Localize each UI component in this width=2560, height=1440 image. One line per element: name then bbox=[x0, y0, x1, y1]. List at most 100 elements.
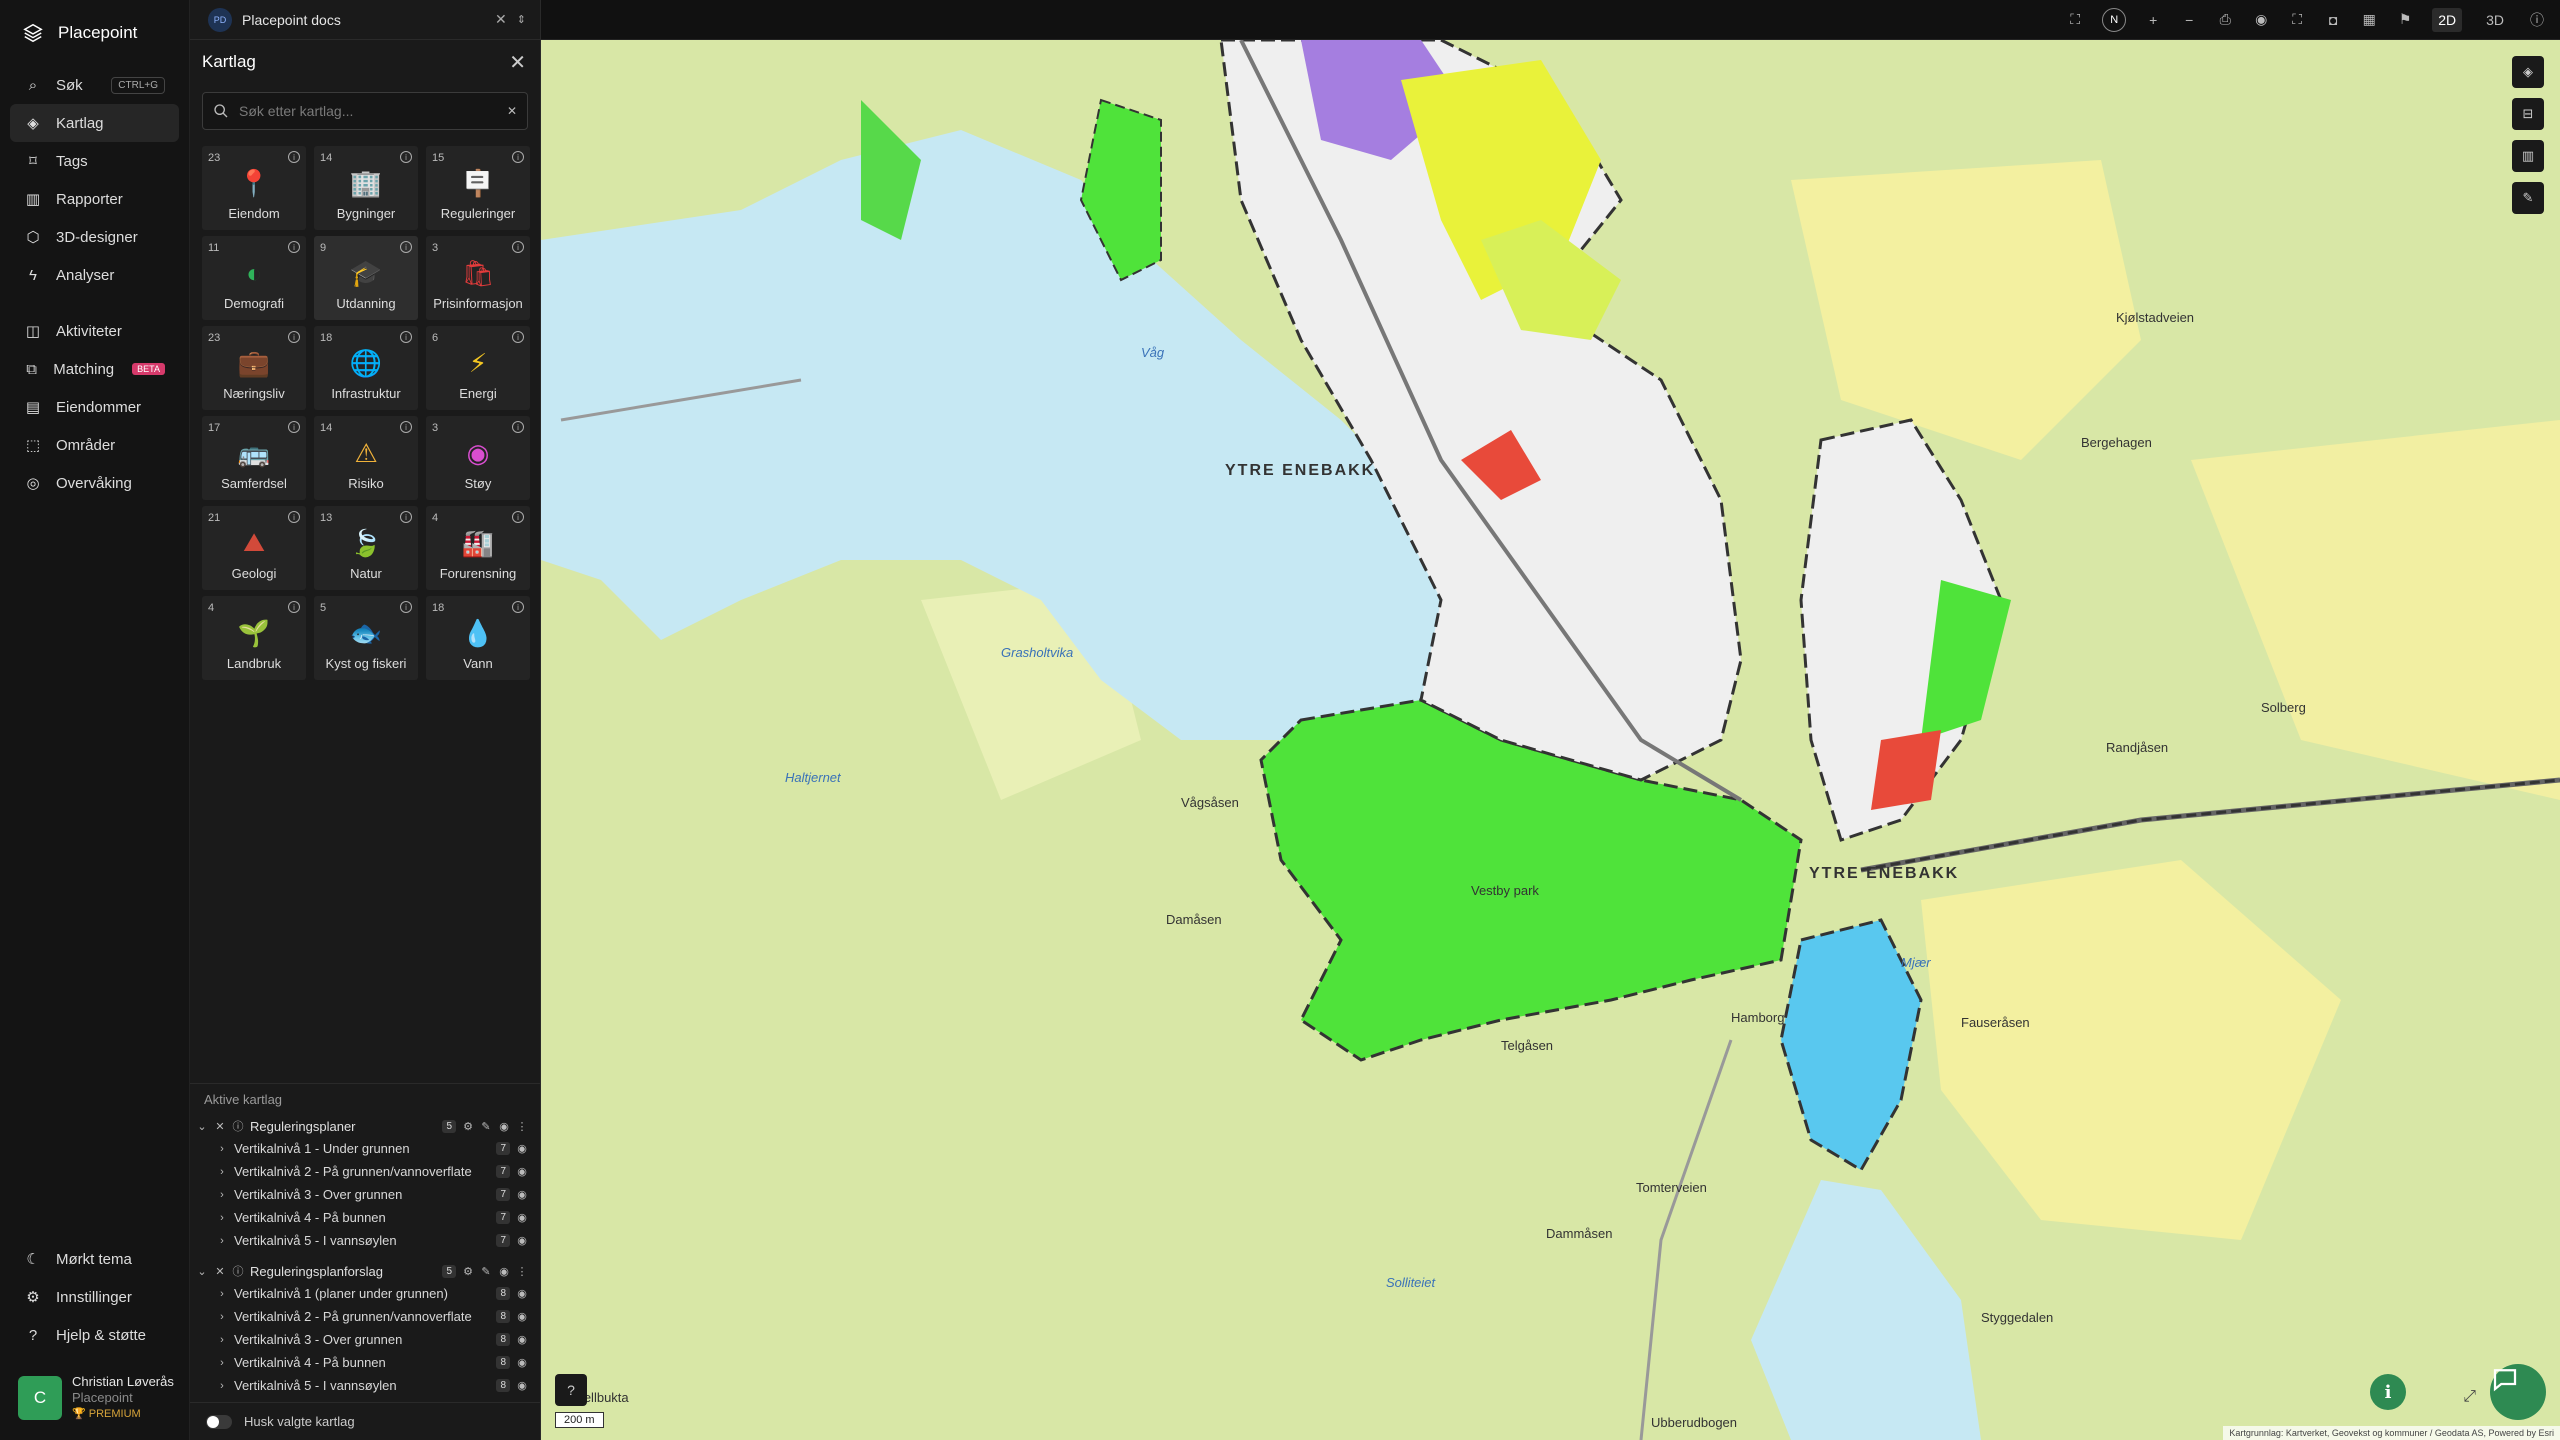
chevron-down-icon[interactable]: ⌄ bbox=[196, 1120, 208, 1133]
tile-info-icon[interactable]: i bbox=[288, 241, 300, 253]
category-tile-infrastruktur[interactable]: 18 i 🌐 Infrastruktur bbox=[314, 326, 418, 410]
layer-row[interactable]: › Vertikalnivå 3 - Over grunnen 7 ◉ bbox=[190, 1183, 540, 1206]
close-project-icon[interactable]: ✕ bbox=[495, 11, 507, 28]
layer-row[interactable]: › Vertikalnivå 3 - Over grunnen 8 ◉ bbox=[190, 1328, 540, 1351]
view-3d-button[interactable]: 3D bbox=[2480, 8, 2510, 32]
chat-button[interactable] bbox=[2490, 1364, 2546, 1420]
edit-icon[interactable]: ✎ bbox=[480, 1120, 492, 1133]
nav-item-overvåking[interactable]: ◎ Overvåking bbox=[10, 464, 179, 502]
category-tile-kyst-og-fiskeri[interactable]: 5 i 🐟 Kyst og fiskeri bbox=[314, 596, 418, 680]
layer-group[interactable]: ⌄ ✕ ⓘ Reguleringsplanforslag 5 ⚙ ✎ ◉ ⋮ bbox=[190, 1260, 540, 1282]
grid-icon[interactable]: ▦ bbox=[2360, 11, 2378, 29]
remember-layers[interactable]: Husk valgte kartlag bbox=[190, 1402, 540, 1440]
tile-info-icon[interactable]: i bbox=[400, 151, 412, 163]
tile-info-icon[interactable]: i bbox=[512, 421, 524, 433]
eye-icon[interactable]: ◉ bbox=[498, 1265, 510, 1278]
category-tile-geologi[interactable]: 21 i ⛰ Geologi bbox=[202, 506, 306, 590]
nav-item-mørkt-tema[interactable]: ☾ Mørkt tema bbox=[10, 1240, 179, 1278]
category-tile-landbruk[interactable]: 4 i 🌱 Landbruk bbox=[202, 596, 306, 680]
layer-row[interactable]: › Vertikalnivå 4 - På bunnen 8 ◉ bbox=[190, 1351, 540, 1374]
eye-icon[interactable]: ◉ bbox=[516, 1212, 528, 1224]
camera-icon[interactable]: ◘ bbox=[2324, 11, 2342, 29]
brand[interactable]: Placepoint bbox=[0, 0, 189, 66]
expand-icon[interactable]: ⤢ bbox=[2463, 1388, 2476, 1406]
map-canvas[interactable]: YTRE ENEBAKK YTRE ENEBAKK Våg Mjær Kjølstadv… bbox=[541, 40, 2560, 1440]
tile-info-icon[interactable]: i bbox=[512, 151, 524, 163]
tile-info-icon[interactable]: i bbox=[400, 331, 412, 343]
tile-info-icon[interactable]: i bbox=[288, 151, 300, 163]
category-tile-natur[interactable]: 13 i 🍃 Natur bbox=[314, 506, 418, 590]
remember-toggle[interactable] bbox=[206, 1414, 232, 1429]
chevron-right-icon[interactable]: › bbox=[216, 1357, 228, 1369]
category-tile-støy[interactable]: 3 i ◉ Støy bbox=[426, 416, 530, 500]
basemap-icon[interactable]: ⛶ bbox=[2066, 11, 2084, 29]
info-icon[interactable]: ⓘ bbox=[232, 1120, 244, 1133]
tile-info-icon[interactable]: i bbox=[288, 421, 300, 433]
eye-icon[interactable]: ◉ bbox=[498, 1120, 510, 1133]
layer-row[interactable]: › Vertikalnivå 1 (planer under grunnen) 8 ◉ bbox=[190, 1282, 540, 1305]
measure-tool-icon[interactable]: ⊟ bbox=[2512, 98, 2544, 130]
chevron-right-icon[interactable]: › bbox=[216, 1311, 228, 1323]
chevron-right-icon[interactable]: › bbox=[216, 1288, 228, 1300]
chevron-right-icon[interactable]: › bbox=[216, 1189, 228, 1201]
chevron-right-icon[interactable]: › bbox=[216, 1235, 228, 1247]
more-icon[interactable]: ⋮ bbox=[516, 1120, 528, 1133]
tile-info-icon[interactable]: i bbox=[512, 601, 524, 613]
chevron-updown-icon[interactable]: ⇕ bbox=[517, 13, 526, 26]
nav-item-rapporter[interactable]: ▥ Rapporter bbox=[10, 180, 179, 218]
layer-search-input[interactable] bbox=[239, 103, 497, 119]
eye-icon[interactable]: ◉ bbox=[516, 1166, 528, 1178]
layer-row[interactable]: › Vertikalnivå 4 - På bunnen 7 ◉ bbox=[190, 1206, 540, 1229]
settings-icon[interactable]: ⚙ bbox=[462, 1120, 474, 1133]
chevron-right-icon[interactable]: › bbox=[216, 1212, 228, 1224]
tile-info-icon[interactable]: i bbox=[288, 601, 300, 613]
nav-item-eiendommer[interactable]: ▤ Eiendommer bbox=[10, 388, 179, 426]
nav-item-aktiviteter[interactable]: ◫ Aktiviteter bbox=[10, 312, 179, 350]
nav-item-3d-designer[interactable]: ⬡ 3D-designer bbox=[10, 218, 179, 256]
chevron-down-icon[interactable]: ⌄ bbox=[196, 1265, 208, 1278]
eye-icon[interactable]: ◉ bbox=[516, 1311, 528, 1323]
layers-tool-icon[interactable]: ◈ bbox=[2512, 56, 2544, 88]
chevron-right-icon[interactable]: › bbox=[216, 1143, 228, 1155]
project-selector[interactable]: PD Placepoint docs ✕ ⇕ bbox=[190, 0, 540, 40]
tile-info-icon[interactable]: i bbox=[512, 331, 524, 343]
tile-info-icon[interactable]: i bbox=[400, 511, 412, 523]
tile-info-icon[interactable]: i bbox=[400, 421, 412, 433]
settings-icon[interactable]: ⚙ bbox=[462, 1265, 474, 1278]
tile-info-icon[interactable]: i bbox=[512, 511, 524, 523]
more-icon[interactable]: ⋮ bbox=[516, 1265, 528, 1278]
category-tile-næringsliv[interactable]: 23 i 💼 Næringsliv bbox=[202, 326, 306, 410]
eye-icon[interactable]: ◉ bbox=[516, 1380, 528, 1392]
eye-icon[interactable]: ◉ bbox=[516, 1235, 528, 1247]
tile-info-icon[interactable]: i bbox=[288, 511, 300, 523]
category-tile-energi[interactable]: 6 i ⚡ Energi bbox=[426, 326, 530, 410]
eye-icon[interactable]: ◉ bbox=[516, 1357, 528, 1369]
category-tile-bygninger[interactable]: 14 i 🏢 Bygninger bbox=[314, 146, 418, 230]
clear-search-icon[interactable]: ✕ bbox=[507, 104, 517, 118]
category-tile-utdanning[interactable]: 9 i 🎓 Utdanning bbox=[314, 236, 418, 320]
remove-icon[interactable]: ✕ bbox=[214, 1265, 226, 1278]
layer-row[interactable]: › Vertikalnivå 2 - På grunnen/vannoverfla… bbox=[190, 1305, 540, 1328]
chart-tool-icon[interactable]: ▥ bbox=[2512, 140, 2544, 172]
category-tile-vann[interactable]: 18 i 💧 Vann bbox=[426, 596, 530, 680]
eye-icon[interactable]: ◉ bbox=[516, 1143, 528, 1155]
close-panel-icon[interactable]: ✕ bbox=[509, 50, 526, 75]
tile-info-icon[interactable]: i bbox=[400, 241, 412, 253]
category-tile-demografi[interactable]: 11 i ◐ Demografi bbox=[202, 236, 306, 320]
bookmark-icon[interactable]: ⚑ bbox=[2396, 11, 2414, 29]
layer-row[interactable]: › Vertikalnivå 5 - I vannsøylen 7 ◉ bbox=[190, 1229, 540, 1252]
nav-item-områder[interactable]: ⬚ Områder bbox=[10, 426, 179, 464]
category-tile-forurensning[interactable]: 4 i 🏭 Forurensning bbox=[426, 506, 530, 590]
category-tile-prisinformasjon[interactable]: 3 i 🛍 Prisinformasjon bbox=[426, 236, 530, 320]
layer-row[interactable]: › Vertikalnivå 5 - I vannsøylen 8 ◉ bbox=[190, 1374, 540, 1397]
print-icon[interactable]: ⎙ bbox=[2216, 11, 2234, 29]
map-help-button[interactable]: ? bbox=[555, 1374, 587, 1406]
chevron-right-icon[interactable]: › bbox=[216, 1380, 228, 1392]
fullscreen-icon[interactable]: ⛶ bbox=[2288, 11, 2306, 29]
eye-icon[interactable]: ◉ bbox=[516, 1334, 528, 1346]
nav-item-analyser[interactable]: ϟ Analyser bbox=[10, 256, 179, 294]
tile-info-icon[interactable]: i bbox=[512, 241, 524, 253]
draw-tool-icon[interactable]: ✎ bbox=[2512, 182, 2544, 214]
category-tile-reguleringer[interactable]: 15 i 🪧 Reguleringer bbox=[426, 146, 530, 230]
compass-button[interactable]: N bbox=[2102, 7, 2127, 32]
